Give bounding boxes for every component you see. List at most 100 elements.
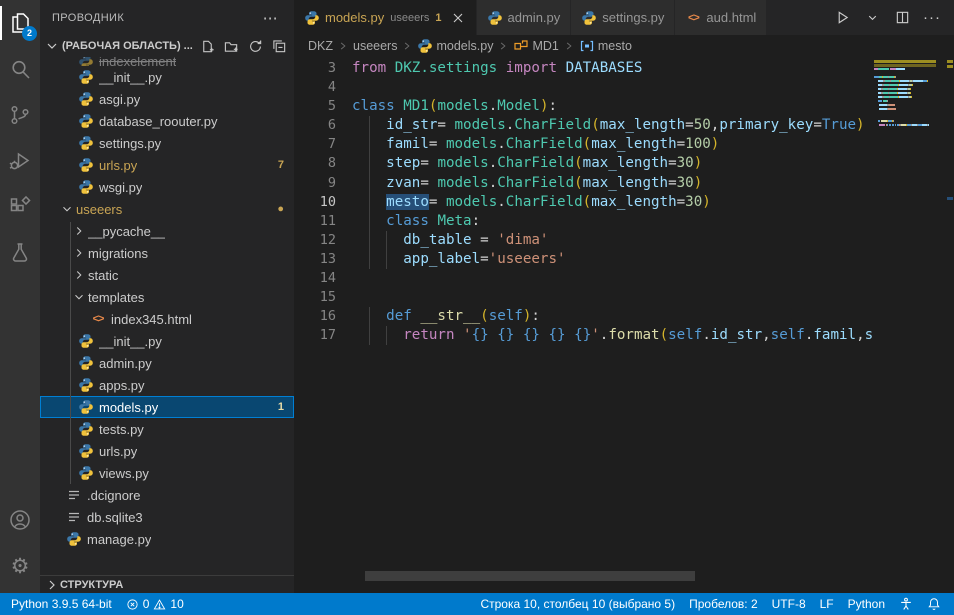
problems-status[interactable]: 010 [119, 593, 191, 615]
python-interpreter-status[interactable]: Python 3.9.5 64-bit [4, 593, 119, 615]
line-number[interactable]: 16 [294, 307, 336, 326]
code-line-9[interactable]: 9 zvan= models.CharField(max_length=30) [294, 174, 874, 193]
tree-item-indexelement[interactable]: indexelement [40, 57, 294, 66]
run-icon[interactable] [832, 8, 852, 28]
line-number[interactable]: 15 [294, 288, 336, 307]
account-icon[interactable] [0, 497, 40, 543]
code-line-10[interactable]: 10 mesto= models.CharField(max_length=30… [294, 193, 874, 212]
code-editor[interactable]: 3from DKZ.settings import DATABASES45cla… [294, 57, 954, 593]
breadcrumb-DKZ[interactable]: DKZ [308, 39, 333, 53]
source-control-icon[interactable] [0, 92, 40, 138]
tab-admin.py[interactable]: admin.py [477, 0, 572, 35]
tree-item-tests.py[interactable]: tests.py [40, 418, 294, 440]
code-content[interactable]: 3from DKZ.settings import DATABASES45cla… [294, 59, 874, 345]
workspace-section-header[interactable]: (РАБОЧАЯ ОБЛАСТЬ) ... [40, 35, 294, 57]
tree-item-db.sqlite3[interactable]: db.sqlite3 [40, 506, 294, 528]
tree-item-models.py[interactable]: models.py1 [40, 396, 294, 418]
code-line-13[interactable]: 13 app_label='useeers' [294, 250, 874, 269]
accessibility-icon[interactable] [892, 593, 920, 615]
new-folder-icon[interactable] [222, 37, 240, 55]
breadcrumb-MD1[interactable]: MD1 [513, 38, 558, 54]
new-file-icon[interactable] [198, 37, 216, 55]
code-line-4[interactable]: 4 [294, 78, 874, 97]
breadcrumb-label: models.py [436, 39, 493, 53]
tab-models.py[interactable]: models.pyuseeers1 [294, 0, 477, 35]
extensions-icon[interactable] [0, 184, 40, 230]
encoding-status[interactable]: UTF-8 [765, 593, 813, 615]
line-number[interactable]: 11 [294, 212, 336, 231]
tree-item-__init__.py[interactable]: __init__.py [40, 66, 294, 88]
code-line-15[interactable]: 15 [294, 288, 874, 307]
settings-gear-icon[interactable]: ⚙ [0, 543, 40, 589]
tree-item-__pycache__[interactable]: __pycache__ [40, 220, 294, 242]
tree-item-asgi.py[interactable]: asgi.py [40, 88, 294, 110]
tree-item-__init__.py[interactable]: __init__.py [40, 330, 294, 352]
tree-item-.dcignore[interactable]: .dcignore [40, 484, 294, 506]
code-token: : [531, 308, 540, 324]
run-dropdown-icon[interactable] [862, 8, 882, 28]
tree-item-settings.py[interactable]: settings.py [40, 132, 294, 154]
minimap[interactable] [874, 57, 945, 593]
outline-section-header[interactable]: СТРУКТУРА [40, 575, 294, 593]
tree-item-static[interactable]: static [40, 264, 294, 286]
indentation-status[interactable]: Пробелов: 2 [682, 593, 765, 615]
line-number[interactable]: 17 [294, 326, 336, 345]
line-number[interactable]: 13 [294, 250, 336, 269]
code-token: ) [540, 98, 549, 114]
code-line-7[interactable]: 7 famil= models.CharField(max_length=100… [294, 135, 874, 154]
close-icon[interactable] [450, 10, 466, 26]
code-line-3[interactable]: 3from DKZ.settings import DATABASES [294, 59, 874, 78]
tree-item-templates[interactable]: templates [40, 286, 294, 308]
tree-item-apps.py[interactable]: apps.py [40, 374, 294, 396]
code-token: ( [574, 175, 583, 191]
breadcrumb-models.py[interactable]: models.py [417, 38, 493, 54]
code-line-11[interactable]: 11 class Meta: [294, 212, 874, 231]
tree-item-useeers[interactable]: useeers● [40, 198, 294, 220]
cursor-position-status[interactable]: Строка 10, столбец 10 (выбрано 5) [473, 593, 682, 615]
eol-status[interactable]: LF [813, 593, 841, 615]
testing-icon[interactable] [0, 230, 40, 276]
line-number[interactable]: 8 [294, 154, 336, 173]
collapse-all-icon[interactable] [270, 37, 288, 55]
line-number[interactable]: 3 [294, 59, 336, 78]
bell-icon[interactable] [920, 593, 948, 615]
tab-aud.html[interactable]: <>aud.html [675, 0, 767, 35]
line-number[interactable]: 10 [294, 193, 336, 212]
explorer-more-actions-icon[interactable]: ⋯ [259, 9, 282, 27]
line-number[interactable]: 6 [294, 116, 336, 135]
line-number[interactable]: 5 [294, 97, 336, 116]
tree-item-urls.py[interactable]: urls.py [40, 440, 294, 462]
tree-item-index345.html[interactable]: <>index345.html [40, 308, 294, 330]
more-actions-icon[interactable]: ··· [922, 8, 942, 28]
run-debug-icon[interactable] [0, 138, 40, 184]
refresh-icon[interactable] [246, 37, 264, 55]
tab-settings.py[interactable]: settings.py [571, 0, 675, 35]
language-mode-status[interactable]: Python [841, 593, 892, 615]
line-number[interactable]: 4 [294, 78, 336, 97]
code-line-6[interactable]: 6 id_str= models.CharField(max_length=50… [294, 116, 874, 135]
code-line-17[interactable]: 17 return '{} {} {} {} {}'.format(self.i… [294, 326, 874, 345]
code-line-16[interactable]: 16 def __str__(self): [294, 307, 874, 326]
selected-word: mesto [386, 194, 429, 210]
tree-item-urls.py[interactable]: urls.py7 [40, 154, 294, 176]
tree-item-admin.py[interactable]: admin.py [40, 352, 294, 374]
explorer-icon[interactable]: 2 [0, 0, 40, 46]
code-line-14[interactable]: 14 [294, 269, 874, 288]
line-number[interactable]: 12 [294, 231, 336, 250]
code-line-8[interactable]: 8 step= models.CharField(max_length=30) [294, 154, 874, 173]
tree-item-manage.py[interactable]: manage.py [40, 528, 294, 550]
line-number[interactable]: 7 [294, 135, 336, 154]
tree-item-wsgi.py[interactable]: wsgi.py [40, 176, 294, 198]
line-number[interactable]: 14 [294, 269, 336, 288]
tree-item-views.py[interactable]: views.py [40, 462, 294, 484]
split-editor-icon[interactable] [892, 8, 912, 28]
tree-item-migrations[interactable]: migrations [40, 242, 294, 264]
code-line-5[interactable]: 5class MD1(models.Model): [294, 97, 874, 116]
code-line-12[interactable]: 12 db_table = 'dima' [294, 231, 874, 250]
breadcrumb-mesto[interactable]: mesto [579, 38, 632, 54]
breadcrumb-useeers[interactable]: useeers [353, 39, 397, 53]
tree-item-database_roouter.py[interactable]: database_roouter.py [40, 110, 294, 132]
horizontal-scrollbar[interactable] [365, 571, 695, 581]
line-number[interactable]: 9 [294, 174, 336, 193]
search-icon[interactable] [0, 46, 40, 92]
